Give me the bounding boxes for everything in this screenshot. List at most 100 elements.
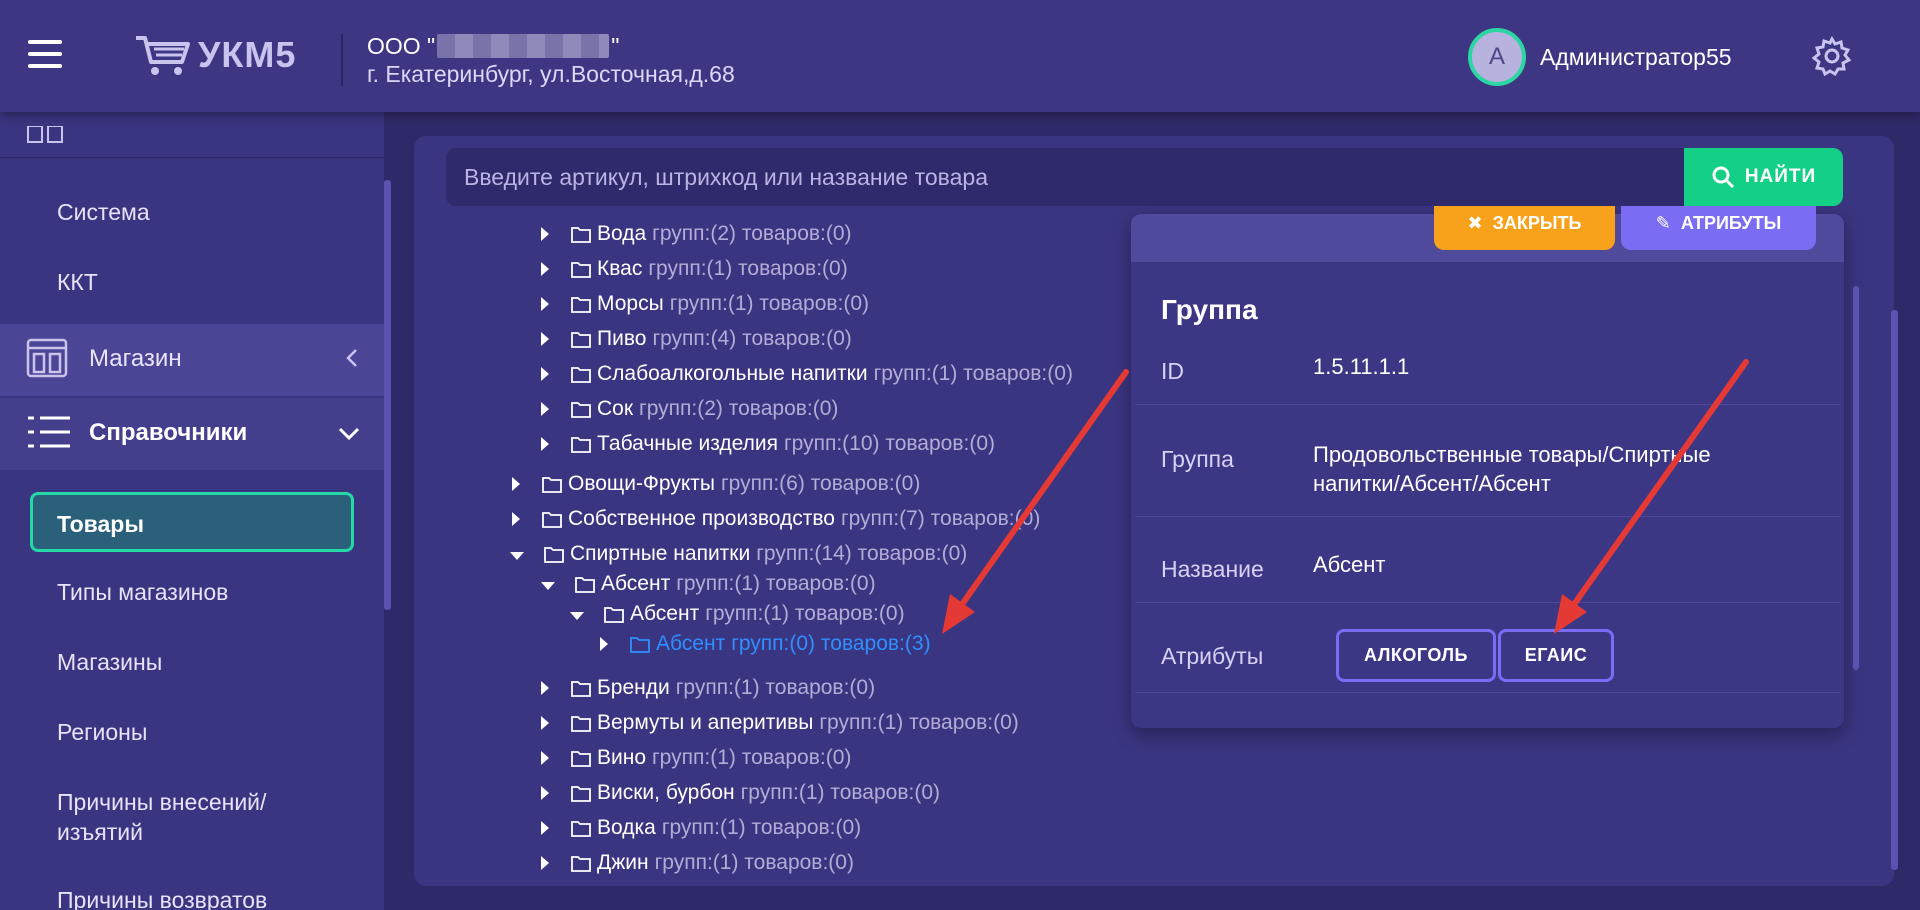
tree-node[interactable]: Вермуты и аперитивы групп:(1) товаров:(0) [541, 711, 1019, 735]
collapse-icon[interactable] [570, 612, 584, 620]
username[interactable]: Администратор55 [1540, 44, 1732, 71]
sidebar-item-stores[interactable]: Магазины [57, 649, 162, 676]
group-value-line1: Продовольственные товары/Спиртные [1313, 442, 1711, 467]
sidebar-item-kkt[interactable]: ККТ [57, 269, 98, 296]
expand-icon[interactable] [512, 512, 520, 526]
tree-node-counts: групп:(6) товаров:(0) [720, 472, 921, 495]
gear-icon[interactable] [1812, 36, 1852, 76]
expand-icon[interactable] [541, 227, 549, 241]
pencil-icon: ✎ [1655, 213, 1671, 233]
attribute-chip-egais[interactable]: ЕГАИС [1498, 629, 1614, 682]
expand-icon[interactable] [541, 681, 549, 695]
tree-node[interactable]: Виски, бурбон групп:(1) товаров:(0) [541, 781, 940, 805]
folder-icon [571, 820, 591, 837]
id-value: 1.5.11.1.1 [1313, 354, 1410, 379]
sidebar-section-refs[interactable]: Справочники [0, 398, 384, 470]
expand-icon[interactable] [541, 367, 549, 381]
tree-node[interactable]: Морсы групп:(1) товаров:(0) [541, 292, 869, 316]
find-button-label: НАЙТИ [1744, 166, 1817, 187]
app-logo[interactable]: УКМ5 [134, 30, 296, 80]
top-header: УКМ5 ООО " " г. Екатеринбург, ул.Восточн… [0, 0, 1920, 112]
tree-node[interactable]: Вино групп:(1) товаров:(0) [541, 746, 851, 770]
cart-icon [136, 36, 190, 75]
folder-icon [571, 366, 591, 383]
expand-icon[interactable] [541, 856, 549, 870]
sidebar-scrollbar[interactable] [384, 180, 391, 610]
folder-icon [571, 436, 591, 453]
expand-icon[interactable] [541, 821, 549, 835]
tree-node-name: Спиртные напитки [570, 542, 751, 565]
folder-icon [542, 476, 562, 493]
expand-icon[interactable] [541, 332, 549, 346]
folder-icon [575, 576, 595, 593]
tree-node[interactable]: Сок групп:(2) товаров:(0) [541, 397, 838, 421]
company-address: г. Екатеринбург, ул.Восточная,д.68 [367, 61, 735, 87]
avatar[interactable]: А [1468, 28, 1526, 86]
sidebar-item-store-types[interactable]: Типы магазинов [57, 579, 228, 606]
expand-icon[interactable] [541, 437, 549, 451]
tree-node[interactable]: Табачные изделия групп:(10) товаров:(0) [541, 432, 995, 456]
folder-icon [604, 606, 624, 623]
tree-node[interactable]: Пиво групп:(4) товаров:(0) [541, 327, 852, 351]
sidebar-section-shop[interactable]: Магазин [0, 324, 384, 396]
sidebar-item-return-reasons[interactable]: Причины возвратов [57, 887, 267, 910]
sidebar-item-reasons-line1[interactable]: Причины внесений/ [57, 789, 266, 816]
expand-icon[interactable] [541, 297, 549, 311]
expand-icon[interactable] [541, 402, 549, 416]
expand-icon[interactable] [541, 716, 549, 730]
tree-node[interactable]: Слабоалкогольные напитки групп:(1) товаро… [541, 362, 1073, 386]
logo-text: УКМ5 [198, 34, 297, 75]
sidebar-cut-item[interactable] [0, 112, 384, 158]
sidebar-section-refs-label: Справочники [89, 419, 248, 446]
tree-node-counts: групп:(1) товаров:(0) [740, 781, 940, 804]
close-button-label: ЗАКРЫТЬ [1492, 213, 1582, 233]
folder-icon [542, 511, 562, 528]
page-scrollbar[interactable] [1891, 310, 1898, 870]
sidebar-item-goods[interactable]: Товары [30, 492, 354, 552]
folder-icon [571, 296, 591, 313]
tree-node[interactable]: Абсент групп:(1) товаров:(0) [570, 602, 905, 626]
tree-node[interactable]: Джин групп:(1) товаров:(0) [541, 851, 854, 875]
tree-node[interactable]: Овощи-Фрукты групп:(6) товаров:(0) [512, 472, 920, 496]
tree-node[interactable]: Вода групп:(2) товаров:(0) [541, 222, 852, 246]
tree-node[interactable]: Водка групп:(1) товаров:(0) [541, 816, 861, 840]
header-divider [341, 34, 343, 86]
expand-icon[interactable] [600, 637, 608, 651]
tree-node[interactable]: Абсент групп:(1) товаров:(0) [541, 572, 876, 596]
card-scrollbar[interactable] [1853, 286, 1859, 670]
tree-node[interactable]: Квас групп:(1) товаров:(0) [541, 257, 848, 281]
tree-node[interactable]: Бренди групп:(1) товаров:(0) [541, 676, 875, 700]
find-button[interactable]: НАЙТИ [1684, 148, 1843, 206]
tree-node-counts: групп:(1) товаров:(0) [661, 816, 862, 839]
attributes-button[interactable]: ✎ АТРИБУТЫ [1621, 206, 1816, 250]
group-label: Группа [1161, 446, 1234, 472]
expand-icon[interactable] [541, 786, 549, 800]
sidebar: Система ККТ Магазин Справочники Товары Т… [0, 112, 384, 910]
expand-icon[interactable] [512, 477, 520, 491]
collapse-icon[interactable] [510, 552, 524, 560]
folder-icon [571, 855, 591, 872]
sidebar-item-regions[interactable]: Регионы [57, 719, 147, 746]
tree-node[interactable]: Собственное производство групп:(7) товаро… [512, 507, 1040, 531]
tree-node-counts: групп:(10) товаров:(0) [783, 432, 996, 455]
close-button[interactable]: ✖ ЗАКРЫТЬ [1434, 206, 1615, 250]
collapse-icon[interactable] [541, 582, 555, 590]
attribute-chip-alcohol[interactable]: АЛКОГОЛЬ [1336, 629, 1496, 682]
sidebar-item-system[interactable]: Система [57, 199, 150, 226]
sidebar-item-reasons-line2[interactable]: изъятий [57, 819, 143, 846]
store-icon [26, 338, 68, 378]
tree-node-name: Квас [597, 257, 643, 280]
tree-node-counts: групп:(1) товаров:(0) [648, 257, 848, 280]
tree-node-name: Абсент [601, 572, 671, 595]
expand-icon[interactable] [541, 262, 549, 276]
tree-node-selected[interactable]: Абсент групп:(0) товаров:(3) [600, 632, 931, 656]
folder-icon [571, 680, 591, 697]
user-menu[interactable]: А Администратор55 [1468, 28, 1732, 86]
search-input[interactable] [446, 148, 1684, 206]
expand-icon[interactable] [541, 751, 549, 765]
menu-icon[interactable] [28, 40, 62, 68]
tree-node[interactable]: Спиртные напитки групп:(14) товаров:(0) [510, 542, 967, 566]
tree-node-counts: групп:(1) товаров:(0) [654, 851, 854, 874]
tree-node-counts: групп:(1) товаров:(0) [676, 572, 876, 595]
tree-node-counts: групп:(1) товаров:(0) [669, 292, 870, 315]
